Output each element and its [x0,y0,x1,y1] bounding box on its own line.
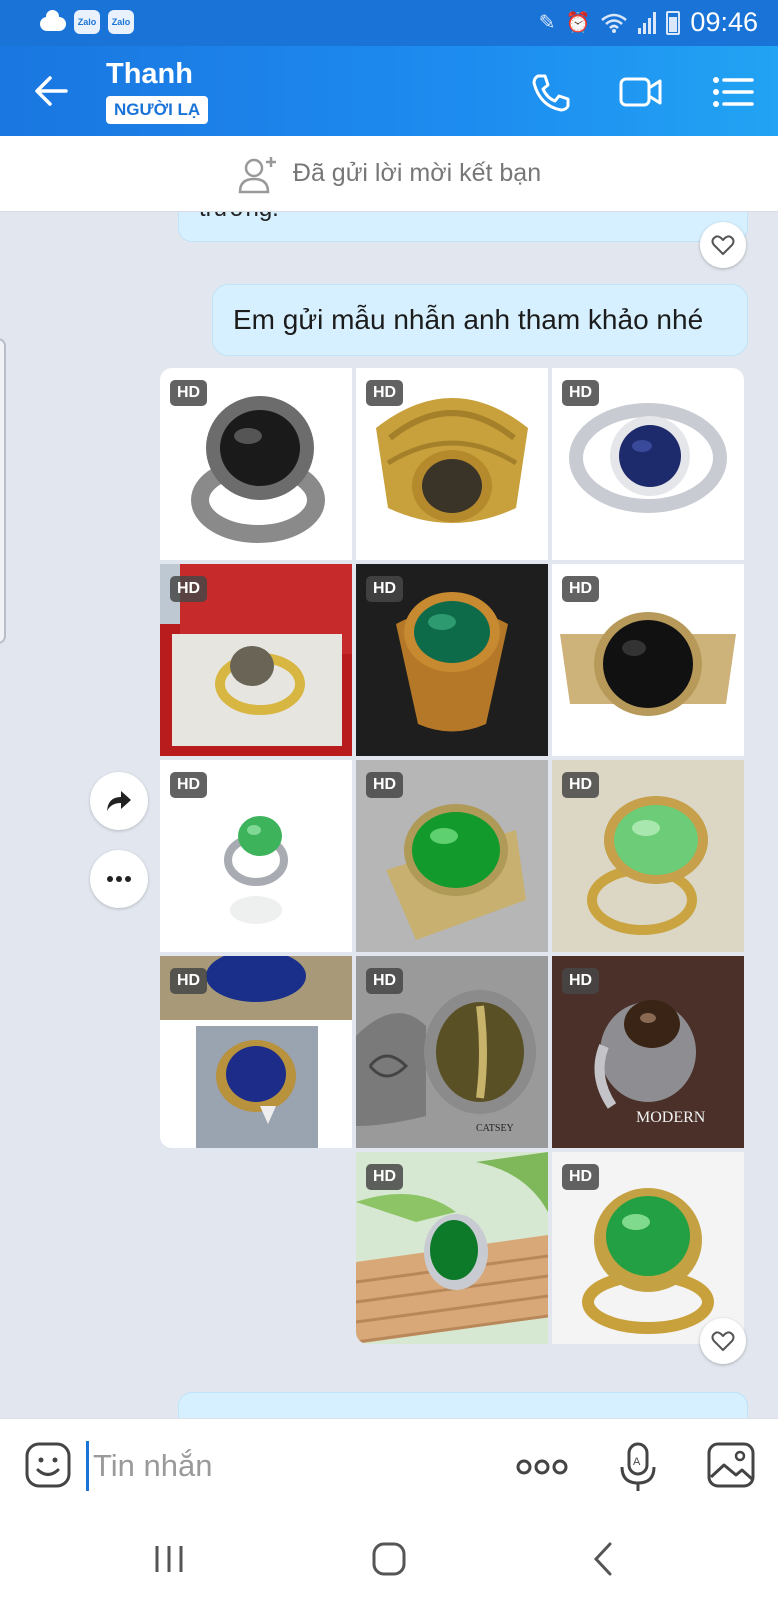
cloud-icon [40,10,66,31]
share-icon[interactable] [90,772,148,830]
hd-badge: HD [366,1164,404,1190]
heart-icon[interactable] [700,222,746,268]
hd-badge: HD [170,576,208,602]
ring-photo[interactable]: HD [552,368,744,560]
hd-badge: HD [366,576,404,602]
zalo-notification-icon: Zalo [74,10,100,34]
hd-badge: HD [366,772,404,798]
ring-photo[interactable]: HD [356,1152,548,1344]
edge-panel-handle[interactable] [0,338,6,644]
ring-photo[interactable]: HD [160,368,352,560]
hd-badge: HD [562,968,600,994]
ring-photo[interactable]: HD [552,1152,744,1344]
ring-photo[interactable]: HD [160,760,352,952]
emoji-icon[interactable] [24,1441,72,1489]
more-options-icon[interactable] [514,1447,570,1487]
back-arrow-icon[interactable] [26,68,76,114]
message-input[interactable] [86,1441,476,1491]
ring-photo[interactable]: HD [160,956,352,1148]
mic-icon[interactable]: A [618,1441,658,1493]
ring-photo[interactable]: HD [356,564,548,756]
system-nav-bar [0,1518,778,1600]
more-icon[interactable] [90,850,148,908]
hd-badge: HD [562,380,600,406]
mute-icon: ✎ [538,12,556,34]
ring-photo[interactable]: HD [356,368,548,560]
heart-icon[interactable] [700,1318,746,1364]
chat-header: Thanh NGƯỜI LẠ [0,46,778,136]
message-composer: A [0,1418,778,1518]
home-icon[interactable] [366,1536,412,1582]
hd-badge: HD [562,576,600,602]
battery-icon [666,10,681,35]
status-bar: Zalo Zalo ✎ ⏰ 09:46 [0,0,778,46]
wifi-icon [601,13,628,33]
ring-photo[interactable]: HD [160,564,352,756]
contact-name[interactable]: Thanh [106,58,193,91]
menu-icon[interactable] [710,70,756,114]
hd-badge: HD [562,1164,600,1190]
message-bubble[interactable] [178,1392,748,1418]
signal-icon [638,11,657,34]
image-icon[interactable] [706,1441,756,1489]
ring-photo[interactable]: HD [552,760,744,952]
message-text: Em gửi mẫu nhẫn anh tham khảo nhé [233,304,704,335]
system-back-icon[interactable] [582,1536,628,1582]
ring-photo[interactable]: HD [552,564,744,756]
message-bubble[interactable]: Em gửi mẫu nhẫn anh tham khảo nhé [212,284,748,356]
zalo-notification-icon: Zalo [108,10,134,34]
add-friend-icon [238,156,276,193]
svg-text:MODERN: MODERN [636,1109,706,1126]
ring-photo[interactable]: CATSEY HD [356,956,548,1148]
svg-text:A: A [633,1456,641,1468]
stranger-badge: NGƯỜI LẠ [106,96,209,124]
recent-apps-icon[interactable] [146,1536,192,1582]
hd-badge: HD [170,772,208,798]
hd-badge: HD [562,772,600,798]
alarm-icon: ⏰ [565,12,591,34]
svg-text:CATSEY: CATSEY [476,1123,514,1134]
video-icon[interactable] [618,70,664,114]
ring-photo[interactable]: HD [356,760,548,952]
friend-request-bar: Đã gửi lời mời kết bạn [0,136,778,212]
message-bubble[interactable]: trường. [178,212,748,242]
hd-badge: HD [366,380,404,406]
photo-album: HD HD HD HD HD HD HD HD HD HD CATSEY HD … [160,368,748,1344]
hd-badge: HD [366,968,404,994]
chat-area[interactable]: trường. Em gửi mẫu nhẫn anh tham khảo nh… [0,212,778,1418]
hd-badge: HD [170,968,208,994]
hd-badge: HD [170,380,208,406]
message-text: trường. [199,212,279,223]
friend-request-text: Đã gửi lời mời kết bạn [292,159,542,187]
phone-icon[interactable] [528,70,574,114]
ring-photo[interactable]: MODERN HD [552,956,744,1148]
clock: 09:46 [690,7,758,37]
